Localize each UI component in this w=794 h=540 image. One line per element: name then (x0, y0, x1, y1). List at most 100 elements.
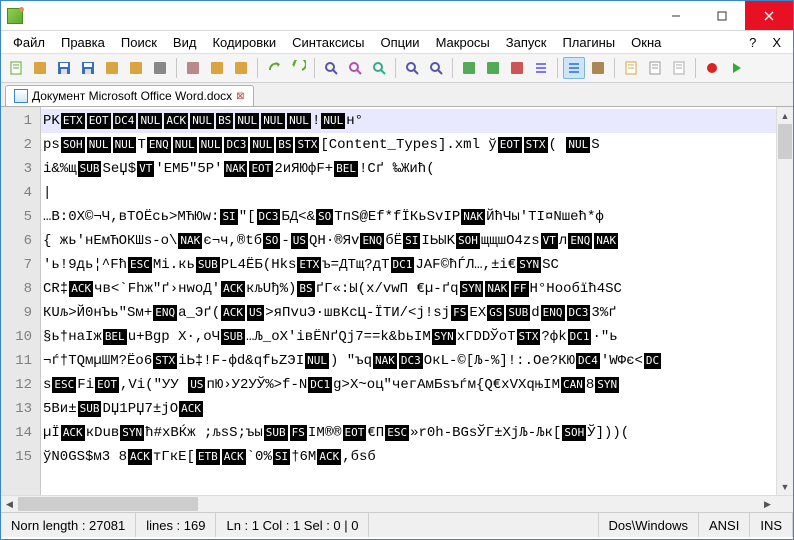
open-button[interactable] (29, 57, 51, 79)
scroll-left-icon[interactable]: ◀ (1, 496, 18, 512)
control-char: ESC (128, 257, 152, 273)
scroll-right-icon[interactable]: ▶ (759, 496, 776, 512)
menu-1[interactable]: Правка (53, 33, 113, 52)
replace-button[interactable] (344, 57, 366, 79)
synch-button[interactable] (482, 57, 504, 79)
vertical-scrollbar[interactable]: ▲ ▼ (776, 107, 793, 495)
control-char: NUL (113, 137, 137, 153)
zoomin-button[interactable] (401, 57, 423, 79)
menu-11[interactable]: ? (741, 33, 764, 52)
code-area[interactable]: PKETXEOTDC4NULACKNULBSNULNULNUL!NULн°psS… (41, 107, 793, 512)
control-char: DC1 (568, 329, 592, 345)
menu-2[interactable]: Поиск (113, 33, 165, 52)
menu-3[interactable]: Вид (165, 33, 205, 52)
close-file-button[interactable] (101, 57, 123, 79)
control-char: NAK (224, 161, 248, 177)
control-char: ETX (297, 257, 321, 273)
code-line[interactable]: §ь†наІжBELu+Bgp X·,oЧSUB…Љ_oX'iвЁNґQj7==… (41, 325, 793, 349)
redo-button[interactable] (287, 57, 309, 79)
record-macro-button[interactable] (701, 57, 723, 79)
horizontal-scrollbar[interactable]: ◀ ▶ (1, 495, 793, 512)
maximize-button[interactable] (699, 1, 745, 30)
line-number: 4 (1, 181, 40, 205)
findinfiles-button[interactable] (368, 57, 390, 79)
code-line[interactable]: PKETXEOTDC4NULACKNULBSNULNULNUL!NULн° (41, 109, 793, 133)
save-button[interactable] (53, 57, 75, 79)
document-tab[interactable]: Документ Microsoft Office Word.docx ⊠ (5, 85, 254, 106)
control-char: NUL (199, 137, 223, 153)
docmap-button[interactable] (620, 57, 642, 79)
scroll-corner (776, 496, 793, 512)
saveall-button[interactable] (77, 57, 99, 79)
code-line[interactable]: | (41, 181, 793, 205)
menu-10[interactable]: Окна (623, 33, 669, 52)
control-char: SYN (460, 281, 484, 297)
find-button[interactable] (320, 57, 342, 79)
line-number: 11 (1, 349, 40, 373)
menu-12[interactable]: X (764, 33, 789, 52)
control-char: STX (524, 137, 548, 153)
cut-button[interactable] (182, 57, 204, 79)
control-char: ETB (196, 449, 220, 465)
control-char: SYN (120, 425, 144, 441)
menu-7[interactable]: Макросы (428, 33, 498, 52)
menu-8[interactable]: Запуск (498, 33, 555, 52)
new-button[interactable] (5, 57, 27, 79)
code-line[interactable]: i&%щSUBSeЏ$VT'EMБ"5P'NAKEOT2иЯЮфF+BEL!Cґ… (41, 157, 793, 181)
control-char: FS (290, 425, 307, 441)
play-macro-button[interactable] (725, 57, 747, 79)
code-line[interactable]: 5Bи±SUBDЏ1РЏ7±jОACK (41, 397, 793, 421)
code-line[interactable]: psSOHNULNULTENQNULNULDC3NULBSSTX[Content… (41, 133, 793, 157)
wrap-button[interactable] (506, 57, 528, 79)
print-button[interactable] (149, 57, 171, 79)
code-line[interactable]: 'ь!9дь¦^FħESCMi.кьSUBPL4ЁБ(HksETXъ=ДТщ?д… (41, 253, 793, 277)
indentguide-button[interactable] (563, 57, 585, 79)
code-line[interactable]: sESCFiEOT,Vi("УУ USпЮ›У2УЎ%>f-NDC1g>X~oц… (41, 373, 793, 397)
status-eol: Dos\Windows (599, 513, 699, 537)
closeall-button[interactable] (125, 57, 147, 79)
toolbar-separator (452, 58, 453, 78)
code-line[interactable]: { жь'нЕмЋОКШs-о\NAKє¬ч,®tбSO-USQH·®ЯvENQ… (41, 229, 793, 253)
control-char: ENQ (153, 305, 177, 321)
line-number: 5 (1, 205, 40, 229)
funclist-button[interactable] (668, 57, 690, 79)
control-char: NAK (178, 233, 202, 249)
control-char: NAK (373, 353, 397, 369)
code-line[interactable]: ¬ѓ†ТQмµШМ?Ёо6STXіЬ‡!F-фd&qfьZЭINUL) "ъqN… (41, 349, 793, 373)
doclist-button[interactable] (644, 57, 666, 79)
control-char: BEL (103, 329, 127, 345)
code-line[interactable]: CR‡ACKчв<`Fhж"ґ›нwоД'ACKкљUђ%)BSґГ«:Ы(x/… (41, 277, 793, 301)
copy-button[interactable] (206, 57, 228, 79)
menu-6[interactable]: Опции (372, 33, 427, 52)
undo-button[interactable] (263, 57, 285, 79)
control-char: NAK (594, 233, 618, 249)
minimize-button[interactable] (653, 1, 699, 30)
line-number: 15 (1, 445, 40, 469)
paste-button[interactable] (230, 57, 252, 79)
allchars-button[interactable] (530, 57, 552, 79)
code-line[interactable]: µЇACKкDuвSYNħ#xBЌж ;љsS;ъыSUBFSІM®®EOT€П… (41, 421, 793, 445)
zoomout-button[interactable] (425, 57, 447, 79)
tab-close-icon[interactable]: ⊠ (236, 91, 244, 102)
scroll-down-icon[interactable]: ▼ (777, 478, 793, 495)
control-char: SUB (78, 161, 102, 177)
control-char: ACK (221, 305, 245, 321)
menu-4[interactable]: Кодировки (204, 33, 284, 52)
menu-9[interactable]: Плагины (554, 33, 623, 52)
code-line[interactable]: …В:0X©¬Ч,вТОЁсь>МЋЮw:SI"[DC3БД<&SOTпS@Ef… (41, 205, 793, 229)
vscroll-thumb[interactable] (778, 124, 792, 159)
scroll-up-icon[interactable]: ▲ (777, 107, 793, 124)
hscroll-thumb[interactable] (18, 497, 198, 511)
control-char: FS (451, 305, 468, 321)
menu-5[interactable]: Синтаксисы (284, 33, 372, 52)
userlang-button[interactable] (587, 57, 609, 79)
titlebar (1, 1, 793, 31)
syncv-button[interactable] (458, 57, 480, 79)
menu-0[interactable]: Файл (5, 33, 53, 52)
control-char: CAN (561, 377, 585, 393)
control-char: NUL (173, 137, 197, 153)
code-line[interactable]: ўN0GS$м3 8ACKтГкE[ETBACK`0%SI†6MACK,бsб (41, 445, 793, 469)
control-char: NUL (566, 137, 590, 153)
code-line[interactable]: КUљ>Й0нЪь"Sм+ENQa_Эґ(ACKUS>яПvuЭ·швКсЦ-Ї… (41, 301, 793, 325)
close-button[interactable] (745, 1, 793, 30)
